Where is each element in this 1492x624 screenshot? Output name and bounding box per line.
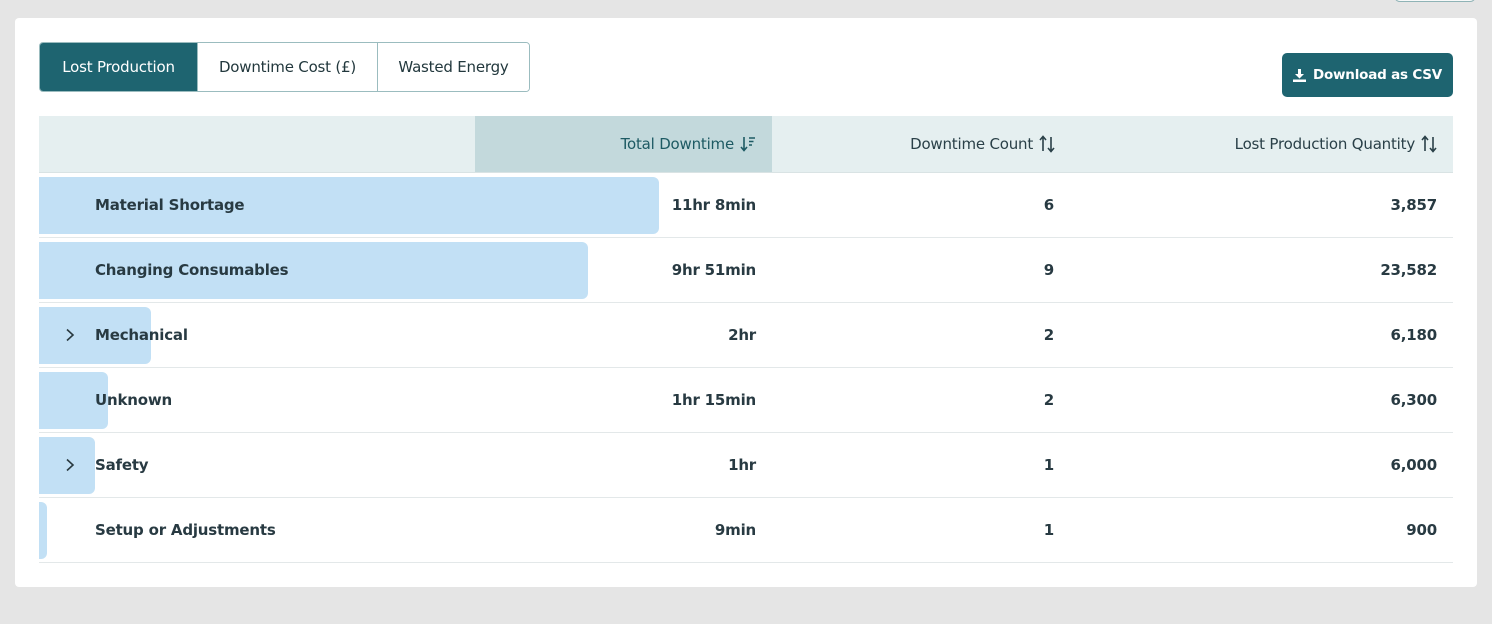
tab-wasted-energy[interactable]: Wasted Energy <box>378 43 529 91</box>
lost-production-value: 6,000 <box>1390 456 1438 474</box>
total-downtime-value: 1hr 15min <box>671 391 756 409</box>
total-downtime-value: 11hr 8min <box>671 196 756 214</box>
downtime-card: Lost Production Downtime Cost (£) Wasted… <box>15 18 1477 587</box>
lost-production-value: 3,857 <box>1390 196 1438 214</box>
lost-production-value: 23,582 <box>1380 261 1437 279</box>
total-downtime-value: 2hr <box>728 326 756 344</box>
table-row[interactable]: Setup or Adjustments 9min 1 900 <box>39 498 1453 563</box>
table-row[interactable]: Mechanical 2hr 2 6,180 <box>39 303 1453 368</box>
table-row[interactable]: Safety 1hr 1 6,000 <box>39 433 1453 498</box>
lost-production-value: 900 <box>1406 521 1437 539</box>
downtime-count-value: 1 <box>1043 521 1054 539</box>
header-downtime-count-label: Downtime Count <box>910 135 1033 153</box>
reason-name: Changing Consumables <box>95 261 289 279</box>
downtime-table: Total Downtime Downtime Count Lost Produ… <box>39 116 1453 563</box>
downtime-count-value: 9 <box>1043 261 1054 279</box>
download-icon <box>1292 68 1306 82</box>
reason-name: Material Shortage <box>95 196 245 214</box>
total-downtime-value: 9min <box>714 521 756 539</box>
download-csv-button[interactable]: Download as CSV <box>1282 53 1453 97</box>
reason-name: Setup or Adjustments <box>95 521 276 539</box>
downtime-count-value: 2 <box>1043 326 1054 344</box>
sort-icon <box>1039 135 1055 153</box>
lost-production-value: 6,180 <box>1390 326 1438 344</box>
top-right-button-edge[interactable] <box>1394 0 1476 2</box>
reason-name: Mechanical <box>95 326 188 344</box>
expand-chevron-icon[interactable] <box>63 455 77 475</box>
downtime-count-value: 2 <box>1043 391 1054 409</box>
lost-production-value: 6,300 <box>1390 391 1438 409</box>
reason-name: Safety <box>95 456 149 474</box>
table-row[interactable]: Unknown 1hr 15min 2 6,300 <box>39 368 1453 433</box>
sort-icon <box>1421 135 1437 153</box>
table-row[interactable]: Changing Consumables 9hr 51min 9 23,582 <box>39 238 1453 303</box>
downtime-count-value: 1 <box>1043 456 1054 474</box>
total-downtime-value: 1hr <box>728 456 756 474</box>
table-body: Material Shortage 11hr 8min 6 3,857 Chan… <box>39 173 1453 563</box>
expand-chevron-icon[interactable] <box>63 325 77 345</box>
tab-lost-production[interactable]: Lost Production <box>40 43 198 91</box>
downtime-count-value: 6 <box>1043 196 1054 214</box>
sort-descending-icon <box>740 137 755 152</box>
header-total-downtime[interactable]: Total Downtime <box>475 116 772 172</box>
total-downtime-value: 9hr 51min <box>671 261 756 279</box>
download-label: Download as CSV <box>1312 67 1443 83</box>
downtime-bar <box>39 502 47 559</box>
reason-name: Unknown <box>95 391 172 409</box>
header-lost-production-quantity[interactable]: Lost Production Quantity <box>1055 116 1453 172</box>
header-lost-production-label: Lost Production Quantity <box>1234 135 1416 153</box>
tab-downtime-cost[interactable]: Downtime Cost (£) <box>198 43 378 91</box>
table-row[interactable]: Material Shortage 11hr 8min 6 3,857 <box>39 173 1453 238</box>
table-header: Total Downtime Downtime Count Lost Produ… <box>39 116 1453 173</box>
metric-tabs: Lost Production Downtime Cost (£) Wasted… <box>39 42 530 92</box>
header-total-downtime-label: Total Downtime <box>620 135 735 153</box>
header-downtime-count[interactable]: Downtime Count <box>772 116 1055 172</box>
